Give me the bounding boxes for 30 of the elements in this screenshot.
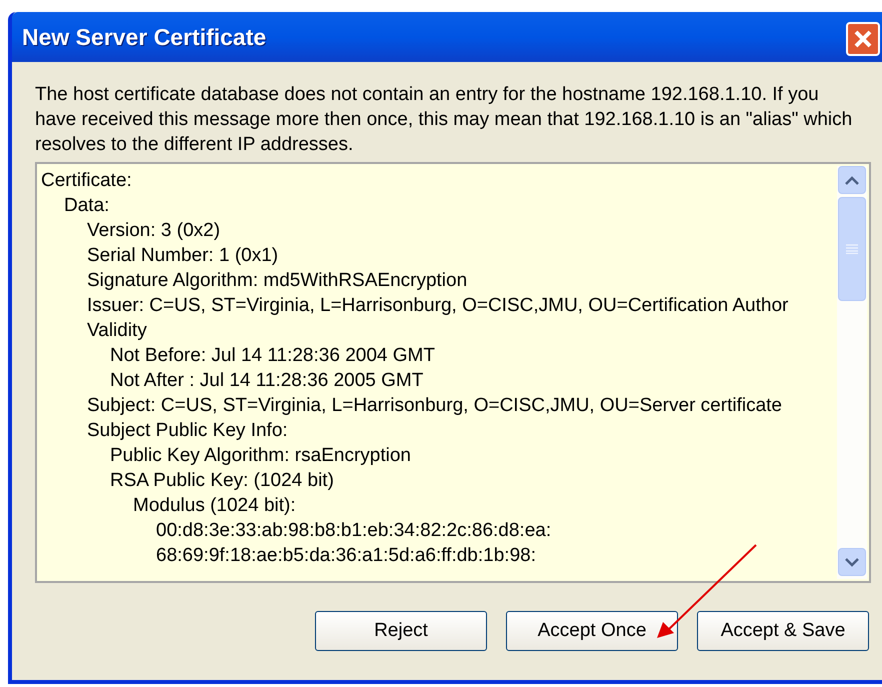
dialog-button[interactable]: Accept Once (506, 611, 678, 651)
certificate-line: Signature Algorithm: md5WithRSAEncryption (87, 269, 468, 293)
chevron-up-icon (845, 176, 859, 184)
certificate-line: Certificate: (41, 169, 132, 193)
certificate-line: Subject Public Key Info: (87, 419, 288, 443)
certificate-line: Validity (87, 319, 147, 343)
window-title: New Server Certificate (22, 22, 266, 52)
certificate-line: Modulus (1024 bit): (133, 494, 296, 518)
dialog-button[interactable]: Reject (315, 611, 487, 651)
close-icon (853, 29, 873, 49)
scrollbar[interactable] (837, 166, 867, 579)
certificate-line: 68:69:9f:18:ae:b5:da:36:a1:5d:a6:ff:db:1b:98: (156, 544, 536, 568)
scroll-down-button[interactable] (838, 548, 866, 576)
certificate-line: Public Key Algorithm: rsaEncryption (110, 444, 411, 468)
close-button[interactable] (846, 22, 880, 56)
certificate-line: Serial Number: 1 (0x1) (87, 244, 278, 268)
grip-icon (846, 244, 858, 254)
message-text: The host certificate database does not contain an entry for the hostname 192.168.1.10. If you have received this message more then once, this may mean that 192.168.1.10 is an "alias" which resolves to the different IP addresses. (35, 83, 854, 157)
dialog-button[interactable]: Accept & Save (697, 611, 869, 651)
chevron-down-icon (845, 558, 859, 566)
certificate-line: 00:d8:3e:33:ab:98:b8:b1:eb:34:82:2c:86:d8:ea: (156, 519, 552, 543)
certificate-line: Not Before: Jul 14 11:28:36 2004 GMT (110, 344, 435, 368)
certificate-line: Not After : Jul 14 11:28:36 2005 GMT (110, 369, 424, 393)
certificate-line: Issuer: C=US, ST=Virginia, L=Harrisonburg, O=CISC,JMU, OU=Certification Author (87, 294, 788, 318)
certificate-line: Version: 3 (0x2) (87, 219, 220, 243)
scroll-up-button[interactable] (838, 166, 866, 194)
certificate-line: RSA Public Key: (1024 bit) (110, 469, 334, 493)
certificate-line: Data: (64, 194, 110, 218)
scroll-thumb[interactable] (838, 197, 866, 301)
certificate-line: Subject: C=US, ST=Virginia, L=Harrisonburg, O=CISC,JMU, OU=Server certificate (87, 394, 782, 418)
